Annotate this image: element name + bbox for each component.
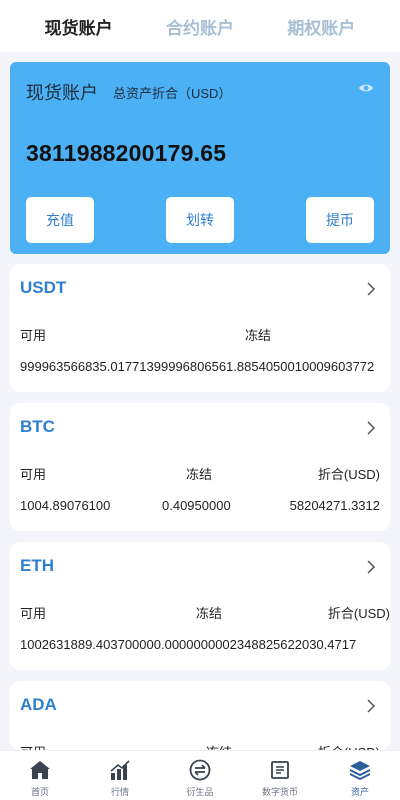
coin-card-ada[interactable]: ADA 可用 冻结 折合(USD)	[10, 681, 390, 750]
nav-assets[interactable]: 资产	[320, 751, 400, 800]
chevron-right-icon	[367, 699, 376, 713]
nav-label: 行情	[110, 787, 129, 797]
value-usd-label: 折合(USD)	[317, 467, 380, 482]
available-label: 可用	[20, 467, 47, 482]
nav-label: 衍生品	[186, 787, 214, 797]
derivatives-icon	[189, 759, 211, 781]
chevron-right-icon	[367, 560, 376, 574]
coin-name: ETH	[20, 556, 54, 575]
available-label: 可用	[20, 606, 47, 621]
account-tabs: 现货账户 合约账户 期权账户	[0, 0, 400, 52]
nav-derivatives[interactable]: 衍生品	[160, 751, 240, 800]
transfer-button[interactable]: 划转	[166, 197, 234, 243]
nav-market[interactable]: 行情	[80, 751, 160, 800]
frozen-value: 0.40950000	[162, 498, 231, 513]
nav-label: 数字货币	[261, 787, 298, 797]
available-label: 可用	[20, 328, 47, 343]
coin-name: BTC	[20, 417, 55, 436]
frozen-label: 冻结	[245, 328, 272, 343]
value-usd: 58204271.3312	[289, 498, 380, 513]
withdraw-button[interactable]: 提币	[306, 197, 374, 243]
balance-values: 999963566835.01771399996806561.885405001…	[20, 359, 375, 374]
tab-contract-account[interactable]: 合约账户	[166, 14, 234, 39]
nav-home[interactable]: 首页	[0, 751, 80, 800]
chevron-right-icon	[367, 282, 376, 296]
value-usd-label: 折合(USD)	[327, 606, 390, 621]
frozen-label: 冻结	[186, 467, 213, 482]
assets-icon	[349, 761, 371, 781]
available-label: 可用	[20, 742, 46, 750]
frozen-label: 冻结	[206, 742, 232, 750]
coin-card-eth[interactable]: ETH 可用 冻结 折合(USD) 1002631889.403700000.0…	[10, 542, 390, 670]
balance-values: 1002631889.403700000.0000000002348825622…	[20, 637, 357, 652]
market-icon	[110, 760, 130, 780]
account-summary-card: 现货账户 总资产折合（USD） 3811988200179.65 充值 划转 提…	[10, 62, 390, 254]
nav-label: 首页	[30, 787, 49, 797]
digital-currency-icon	[271, 761, 289, 779]
tab-spot-account[interactable]: 现货账户	[45, 14, 113, 39]
eye-icon[interactable]	[358, 82, 374, 94]
nav-digital-currency[interactable]: 数字货币	[240, 751, 320, 800]
value-usd-label: 折合(USD)	[318, 742, 380, 750]
deposit-button[interactable]: 充值	[26, 197, 94, 243]
tab-options-account[interactable]: 期权账户	[287, 14, 355, 39]
coin-name: USDT	[20, 278, 67, 297]
total-assets-value: 3811988200179.65	[26, 140, 227, 166]
coin-card-btc[interactable]: BTC 可用 冻结 折合(USD) 1004.89076100 0.409500…	[10, 403, 390, 531]
coin-name: ADA	[20, 695, 57, 714]
available-value: 1004.89076100	[20, 498, 111, 513]
account-title: 现货账户	[26, 83, 98, 103]
nav-label: 资产	[350, 787, 369, 797]
chevron-right-icon	[367, 421, 376, 435]
frozen-label: 冻结	[196, 606, 223, 621]
total-assets-label: 总资产折合（USD）	[113, 86, 232, 101]
coin-card-usdt[interactable]: USDT 可用 冻结 999963566835.0177139999680656…	[10, 264, 390, 392]
bottom-navigation: 首页 行情 衍生品 数字货币 资产	[0, 750, 400, 800]
home-icon	[30, 761, 50, 779]
